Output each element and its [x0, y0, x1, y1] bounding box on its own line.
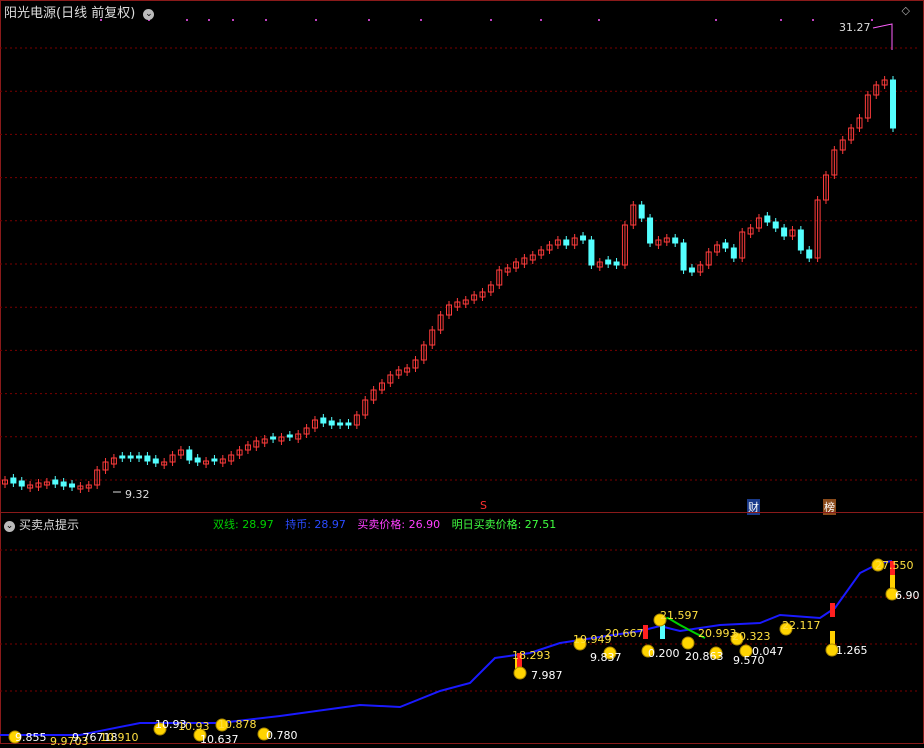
signal-dot: [232, 19, 234, 21]
candle-body: [136, 455, 143, 459]
price-signal-label: 20.863: [685, 650, 724, 663]
indicator-title-text: 买卖点提示: [19, 518, 80, 532]
candlestick-chart: [0, 19, 920, 493]
price-signal-label: 9.837: [590, 651, 622, 664]
candle-body: [320, 417, 327, 424]
signal-bar: [643, 625, 648, 639]
candle-body: [328, 420, 335, 426]
s-marker[interactable]: S: [479, 499, 488, 512]
signal-dot: [315, 19, 317, 21]
signal-dot: [265, 19, 267, 21]
candle-body: [613, 261, 620, 266]
price-signal-label: 0.047: [752, 645, 784, 658]
high-arrow: [872, 23, 893, 50]
candle-body: [69, 483, 76, 488]
signal-dot: [208, 19, 210, 21]
candle-body: [647, 217, 654, 244]
signal-dot: [420, 19, 422, 21]
price-signal-label: 1.265: [836, 644, 868, 657]
signal-dot: [780, 19, 782, 21]
signal-dot: [871, 19, 873, 21]
candle-body: [127, 455, 134, 459]
price-chart-pane[interactable]: 阳光电源(日线 前复权) ⌄ ◇ 31.27 9.32 S 财 榜: [0, 0, 924, 515]
smile-icon: [681, 636, 695, 650]
price-signal-label: 10.878: [218, 718, 257, 731]
signal-dot: [715, 19, 717, 21]
stock-title-text: 阳光电源(日线 前复权): [4, 6, 136, 21]
candle-body: [345, 422, 352, 426]
candle-body: [194, 457, 201, 463]
chevron-down-icon[interactable]: ⌄: [4, 521, 15, 532]
signal-dot: [368, 19, 370, 21]
candle-body: [152, 458, 159, 464]
low-price-label: 9.32: [125, 488, 150, 501]
signal-bar: [830, 631, 835, 645]
signal-dot: [812, 19, 814, 21]
candle-body: [563, 239, 570, 246]
legend-hold-cash: 持币: 28.97: [285, 518, 346, 531]
price-signal-label: 20.323: [732, 630, 771, 643]
signal-dot: [490, 19, 492, 21]
candle-body: [211, 458, 218, 462]
price-signal-label: 6.90: [895, 589, 920, 602]
candle-body: [680, 242, 687, 271]
price-signal-label: 7.987: [531, 669, 563, 682]
candle-body: [10, 477, 17, 484]
candle-body: [764, 215, 771, 223]
candle-body: [772, 221, 779, 229]
price-signal-label: 0.200: [648, 647, 680, 660]
candle-body: [588, 239, 595, 266]
legend-trade-price: 买卖价格: 26.90: [357, 518, 441, 531]
candle-body: [119, 455, 126, 459]
candle-body: [730, 247, 737, 259]
price-signal-label: 9.855: [15, 731, 47, 744]
price-signal-label: 20.667: [605, 627, 644, 640]
signal-bar: [660, 625, 665, 639]
signal-dot: [540, 19, 542, 21]
indicator-legend: 双线: 28.97 持币: 28.97 买卖价格: 26.90 明日买卖价格: …: [213, 516, 564, 532]
high-price-label: 31.27: [839, 21, 871, 34]
candle-body: [580, 235, 587, 241]
chevron-down-icon[interactable]: ⌄: [143, 9, 155, 20]
price-signal-label: 10.637: [200, 733, 239, 746]
candle-body: [270, 436, 277, 440]
price-signal-label: 10.93: [178, 720, 210, 733]
candle-body: [52, 479, 59, 485]
signal-bar: [830, 603, 835, 617]
candle-body: [638, 204, 645, 219]
candle-body: [144, 455, 151, 462]
price-signal-label: 27.550: [875, 559, 914, 572]
price-signal-label: 18.293: [512, 649, 551, 662]
candle-body: [722, 242, 729, 249]
candle-body: [337, 422, 344, 426]
smile-icon: [513, 666, 527, 680]
candle-body: [605, 259, 612, 265]
candle-body: [890, 79, 896, 129]
candle-body: [781, 227, 788, 237]
signal-dot: [598, 19, 600, 21]
candle-body: [688, 267, 695, 273]
candle-body: [60, 481, 67, 487]
indicator-title: ⌄ 买卖点提示: [4, 516, 79, 533]
candle-body: [186, 449, 193, 461]
candle-body: [797, 229, 804, 251]
candle-body: [286, 434, 293, 438]
legend-double-line: 双线: 28.97: [213, 518, 274, 531]
price-signal-label: 22.117: [782, 619, 821, 632]
price-signal-label: 20.993: [698, 627, 737, 640]
price-signal-label: 10.910: [100, 731, 139, 744]
signal-dot: [186, 19, 188, 21]
diamond-icon[interactable]: ◇: [902, 4, 910, 17]
legend-tomorrow-price: 明日买卖价格: 27.51: [451, 518, 557, 531]
stock-title: 阳光电源(日线 前复权) ⌄: [4, 2, 155, 21]
signal-bar: [890, 575, 895, 589]
candle-body: [806, 249, 813, 259]
indicator-pane[interactable]: ⌄ 买卖点提示 双线: 28.97 持币: 28.97 买卖价格: 26.90 明…: [0, 513, 924, 748]
candle-body: [672, 237, 679, 244]
price-signal-label: 0.780: [266, 729, 298, 742]
candle-body: [18, 480, 25, 487]
price-signal-label: 21.597: [660, 609, 699, 622]
